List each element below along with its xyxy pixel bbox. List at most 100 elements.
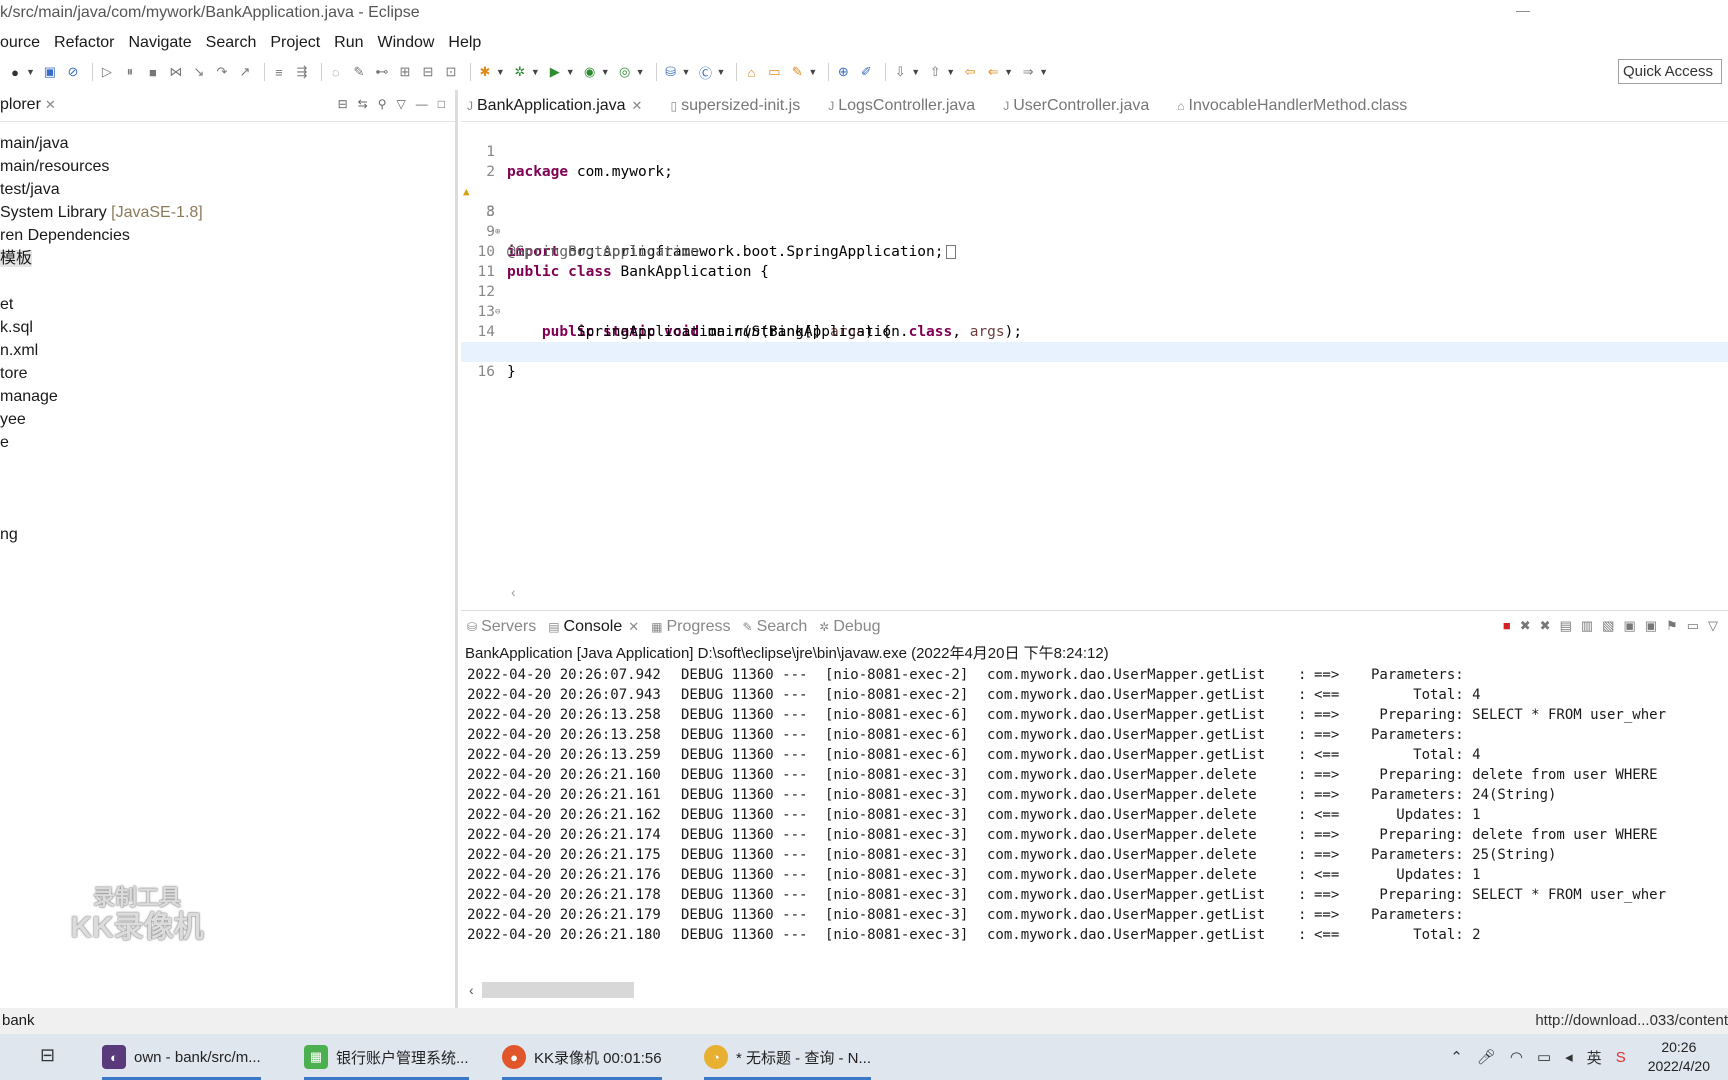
scroll-lock-icon[interactable]: ▥ [1581, 618, 1593, 634]
taskbar-item-bank-app[interactable]: ▦ 银行账户管理系统... [304, 1038, 469, 1080]
pin-console-icon[interactable]: ⚑ [1666, 618, 1678, 634]
display-console-icon[interactable]: ▭ [1687, 618, 1699, 634]
chevron-down-icon[interactable]: ▼ [566, 67, 575, 77]
tree-item[interactable]: yee [0, 408, 455, 431]
tree-item[interactable] [0, 270, 455, 293]
chevron-down-icon[interactable]: ▼ [496, 67, 505, 77]
open-console-icon[interactable]: ▣ [41, 63, 59, 81]
resume-icon[interactable]: ▷ [98, 63, 116, 81]
clear-console-icon[interactable]: ▤ [1560, 618, 1572, 634]
chevron-down-icon[interactable]: ▼ [682, 67, 691, 77]
show-on-stdout-icon[interactable]: ▣ [1623, 618, 1635, 634]
external-tools-icon[interactable]: ◎ [616, 63, 634, 81]
chevron-down-icon[interactable]: ▼ [601, 67, 610, 77]
skip-breakpoints-icon[interactable]: ⊘ [64, 63, 82, 81]
tree-item[interactable]: tore [0, 362, 455, 385]
close-icon[interactable]: ✕ [45, 97, 56, 112]
quick-access-field[interactable]: Quick Access [1618, 59, 1722, 84]
menu-window[interactable]: Window [371, 34, 442, 52]
tree-item[interactable]: System Library [JavaSE-1.8] [0, 201, 455, 224]
view-menu-icon[interactable]: ▽ [1708, 618, 1718, 634]
next-annotation-icon[interactable]: ⇩ [891, 63, 909, 81]
tree-item[interactable]: et [0, 293, 455, 316]
task-view-icon[interactable]: ⊟ [40, 1045, 64, 1069]
run-coverage-icon[interactable]: ◉ [581, 63, 599, 81]
collapse-all-icon[interactable]: ⊟ [338, 97, 348, 111]
tree-item[interactable]: main/resources [0, 155, 455, 178]
console-output[interactable]: 2022-04-20 20:26:07.942 DEBUG 11360 --- [n… [461, 665, 1728, 945]
terminate-icon[interactable]: ■ [1503, 618, 1511, 634]
tree-item[interactable] [0, 500, 455, 523]
microphone-icon[interactable]: 🎤︎ [1477, 1048, 1496, 1066]
tree-item[interactable]: ren Dependencies [0, 224, 455, 247]
remove-all-terminated-icon[interactable]: ✖ [1540, 618, 1551, 634]
build-icon[interactable]: ✱ [476, 63, 494, 81]
view-menu-icon[interactable]: ▽ [397, 97, 406, 111]
previous-annotation-icon[interactable]: ⇧ [926, 63, 944, 81]
tab-search[interactable]: ✎ Search [743, 618, 808, 636]
forward-icon[interactable]: ⇒ [1019, 63, 1037, 81]
show-on-stderr-icon[interactable]: ▣ [1645, 618, 1657, 634]
tree-item[interactable]: n.xml [0, 339, 455, 362]
chevron-down-icon[interactable]: ▼ [911, 67, 920, 77]
code-area[interactable]: 1 package com.mywork; 2 ▲ 3 ⊕ import org… [461, 122, 1728, 380]
tree-item[interactable]: k.sql [0, 316, 455, 339]
chevron-down-icon[interactable]: ▼ [26, 67, 35, 77]
system-clock[interactable]: 20:26 2022/4/20 [1648, 1038, 1710, 1076]
filter-icon[interactable]: ⚲ [378, 97, 387, 111]
chevron-down-icon[interactable]: ▼ [946, 67, 955, 77]
toggle-mark-occurrences-icon[interactable]: ✐ [857, 63, 875, 81]
scrollbar-thumb[interactable] [481, 982, 634, 998]
step-return-icon[interactable]: ↗ [236, 63, 254, 81]
chevron-down-icon[interactable]: ▼ [716, 67, 725, 77]
chevron-down-icon[interactable]: ▼ [808, 67, 817, 77]
battery-icon[interactable]: ▭ [1537, 1048, 1551, 1066]
menu-help[interactable]: Help [441, 34, 488, 52]
use-step-filters-icon[interactable]: ⇶ [293, 63, 311, 81]
menu-search[interactable]: Search [199, 34, 264, 52]
watch-icon[interactable]: ⊷ [373, 63, 391, 81]
step-over-icon[interactable]: ↷ [213, 63, 231, 81]
remove-launch-icon[interactable]: ✖ [1520, 618, 1531, 634]
display-icon[interactable]: ⊞ [396, 63, 414, 81]
tab-user-controller[interactable]: J UserController.java [1003, 97, 1149, 115]
new-java-class-icon[interactable]: Ⓒ [696, 63, 714, 81]
menu-run[interactable]: Run [327, 34, 370, 52]
pin-icon[interactable]: ✎ [350, 63, 368, 81]
last-edit-icon[interactable]: ⇦ [961, 63, 979, 81]
tab-servers[interactable]: ⛁ Servers [467, 618, 536, 636]
open-folder-icon[interactable]: ▭ [765, 63, 783, 81]
word-wrap-icon[interactable]: ▧ [1602, 618, 1614, 634]
chevron-down-icon[interactable]: ▼ [636, 67, 645, 77]
link-with-editor-icon[interactable]: ⇆ [358, 97, 368, 111]
minimize-icon[interactable]: — [1508, 2, 1538, 24]
execute-icon[interactable]: ⊡ [442, 63, 460, 81]
volume-icon[interactable]: ◂ [1565, 1048, 1573, 1066]
scroll-left-icon[interactable]: ‹ [511, 584, 516, 600]
tree-item[interactable]: test/java [0, 178, 455, 201]
tree-item[interactable]: e [0, 431, 455, 454]
tree-item-selected[interactable]: 模板 [0, 247, 455, 270]
tab-progress[interactable]: ▦ Progress [651, 618, 730, 636]
toggle-breakpoint-icon[interactable]: ◌ [327, 63, 345, 81]
maximize-view-icon[interactable]: □ [438, 97, 445, 111]
tab-invocable-handler-method[interactable]: ⌂ InvocableHandlerMethod.class [1177, 97, 1407, 115]
taskbar-item-kk-recorder[interactable]: ● KK录像机 00:01:56 [502, 1038, 662, 1080]
wifi-icon[interactable]: ◠ [1510, 1048, 1523, 1066]
menu-source[interactable]: ource [0, 34, 47, 52]
chevron-up-icon[interactable]: ⌃ [1450, 1048, 1463, 1066]
tab-debug[interactable]: ✲ Debug [819, 618, 880, 636]
disconnect-icon[interactable]: ⋈ [167, 63, 185, 81]
drop-to-frame-icon[interactable]: ≡ [270, 63, 288, 81]
sogou-icon[interactable]: S [1616, 1049, 1626, 1066]
new-server-icon[interactable]: ⛁ [662, 63, 680, 81]
tree-item[interactable] [0, 477, 455, 500]
scroll-left-icon[interactable]: ‹ [469, 982, 474, 998]
inspect-icon[interactable]: ⊟ [419, 63, 437, 81]
input-method-icon[interactable]: 英 [1587, 1047, 1602, 1068]
run-icon[interactable]: ▶ [546, 63, 564, 81]
tab-project-explorer[interactable]: plorer ✕ [0, 96, 56, 114]
taskbar-item-eclipse[interactable]: ◐ own - bank/src/m... [102, 1038, 261, 1080]
horizontal-scrollbar[interactable]: ‹ [469, 982, 634, 998]
step-into-icon[interactable]: ↘ [190, 63, 208, 81]
